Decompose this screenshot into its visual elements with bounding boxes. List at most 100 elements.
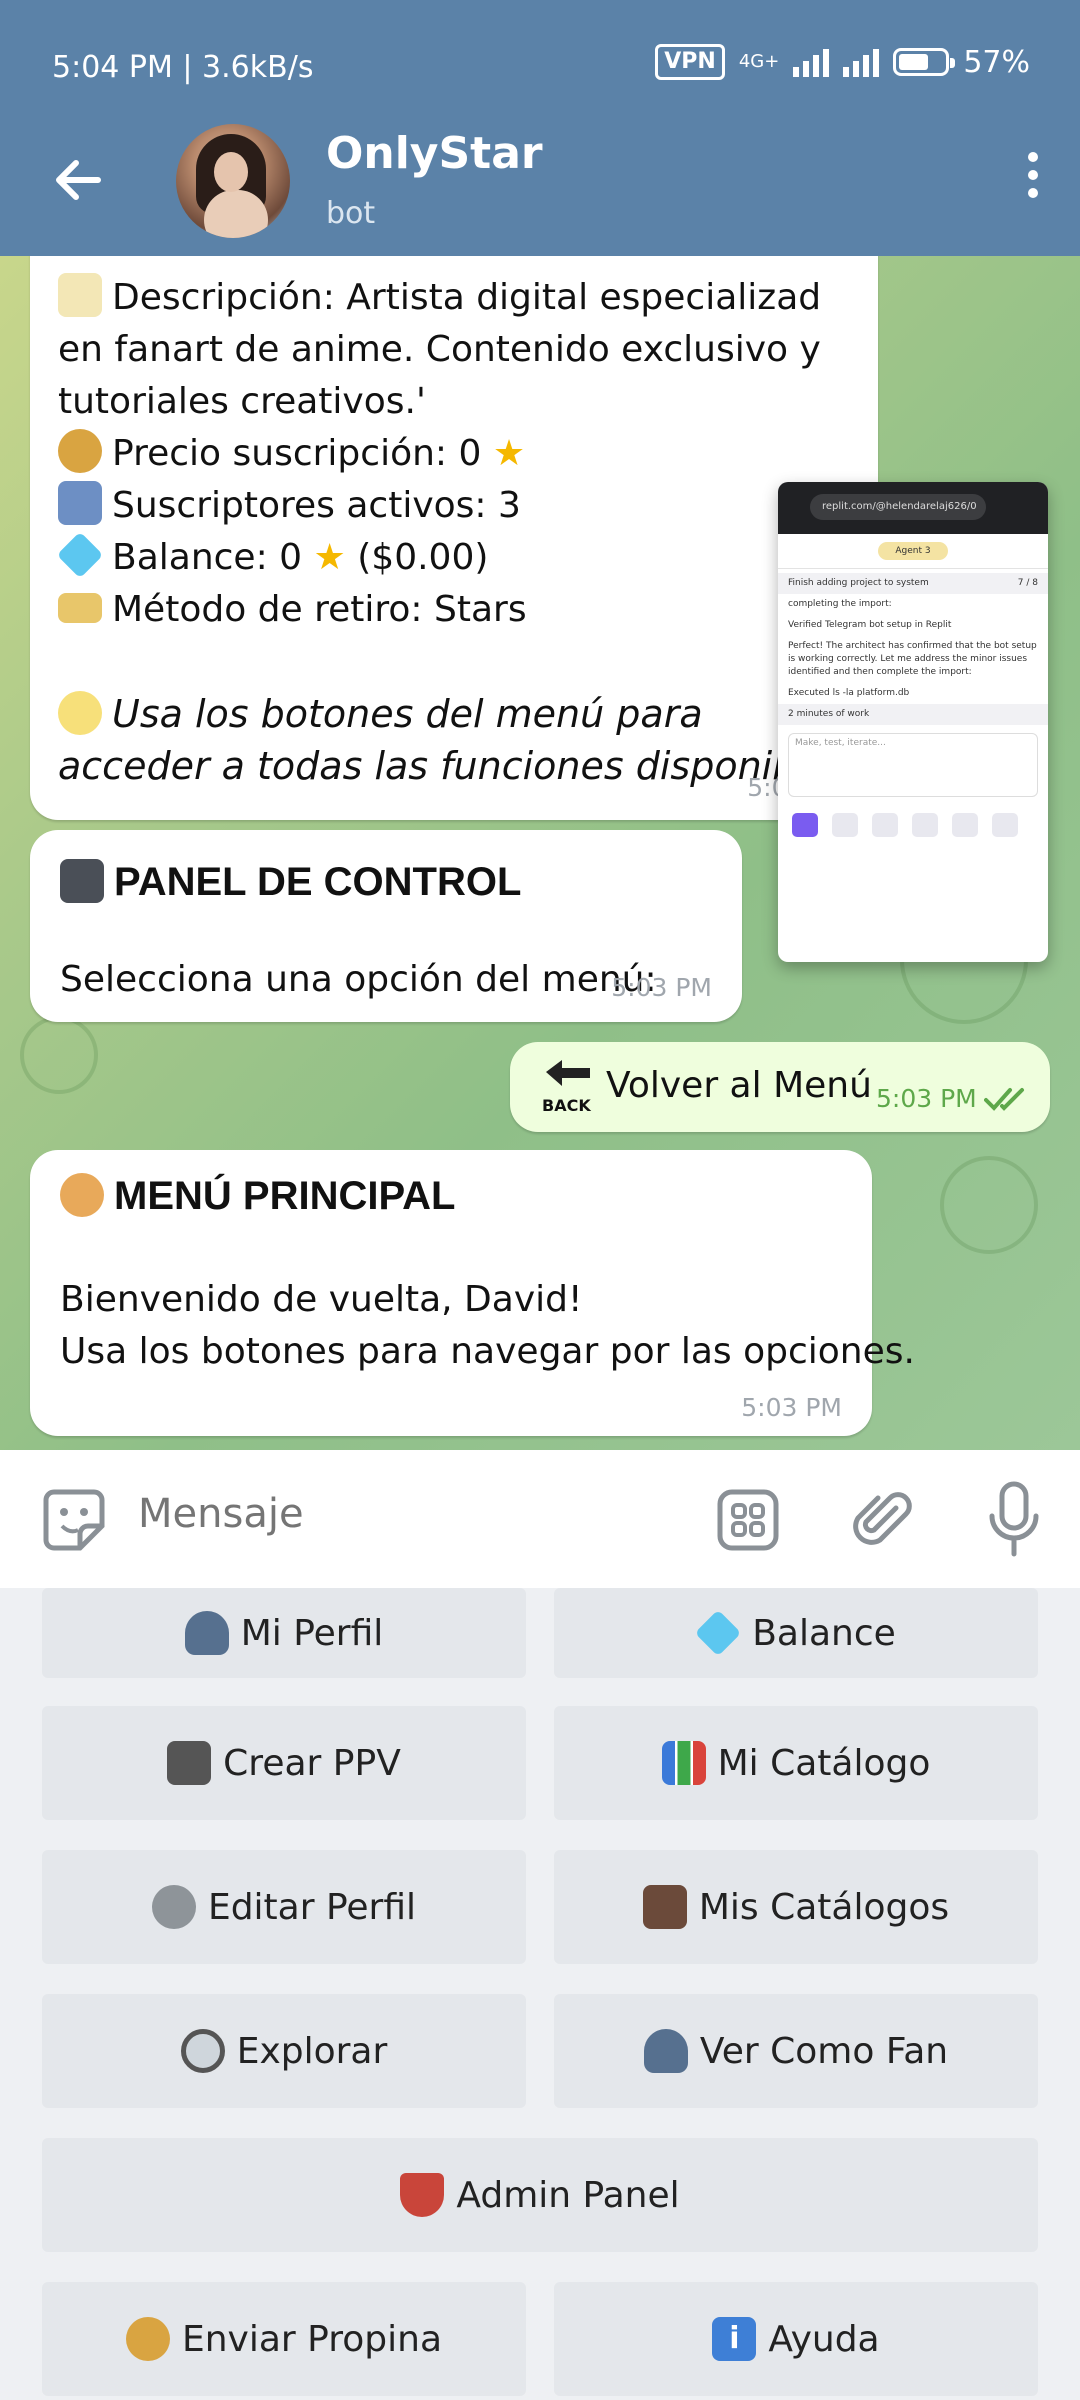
chat-subtitle: bot bbox=[326, 196, 376, 231]
button-label: Mi Perfil bbox=[240, 1612, 384, 1654]
message-outgoing[interactable]: BACK Volver al Menú 5:03 PM bbox=[510, 1042, 1050, 1132]
profile-description-1: Descripción: Artista digital especializa… bbox=[112, 277, 822, 318]
memo-icon bbox=[58, 273, 102, 317]
star-icon: ★ bbox=[492, 433, 526, 474]
chat-header: 5:04 PM | 3.6kB/s VPN 4G+ 57% OnlyStar b… bbox=[0, 0, 1080, 256]
layout-icon[interactable] bbox=[992, 813, 1018, 837]
button-label: Crear PPV bbox=[223, 1742, 401, 1784]
balance-button[interactable]: Balance bbox=[554, 1588, 1038, 1678]
status-icons: VPN 4G+ 57% bbox=[655, 44, 1030, 80]
message-input[interactable] bbox=[136, 1490, 660, 1538]
lightbulb-icon bbox=[58, 691, 102, 735]
verified-row[interactable]: Verified Telegram bot setup in Replit bbox=[778, 615, 1048, 636]
agent-badge: Agent 3 bbox=[878, 542, 948, 560]
people-icon bbox=[643, 2029, 688, 2073]
vpn-icon: VPN bbox=[655, 44, 725, 80]
message-time: 5:03 PM bbox=[741, 1393, 842, 1422]
browser-bar: replit.com/@helendarelaj626/0 bbox=[778, 482, 1048, 534]
executed-row[interactable]: Executed ls -la platform.db bbox=[778, 683, 1048, 704]
apps-icon[interactable] bbox=[872, 813, 898, 837]
people-icon bbox=[58, 481, 102, 525]
money-bag-icon bbox=[125, 2317, 170, 2361]
ver-como-fan-button[interactable]: Ver Como Fan bbox=[554, 1994, 1038, 2108]
stop-button[interactable] bbox=[792, 813, 818, 837]
withdraw-method: Método de retiro: Stars bbox=[112, 589, 527, 630]
balance-value: Balance: 0 bbox=[112, 537, 303, 578]
button-label: Editar Perfil bbox=[207, 1886, 417, 1928]
button-label: Enviar Propina bbox=[181, 2318, 442, 2360]
message-input-bar bbox=[0, 1450, 1080, 1588]
chat-area[interactable]: Descripción: Artista digital especializa… bbox=[0, 256, 1080, 1450]
button-label: Ver Como Fan bbox=[699, 2030, 949, 2072]
back-arrow-emoji-icon: BACK bbox=[542, 1056, 594, 1116]
preview-icon[interactable] bbox=[832, 813, 858, 837]
mis-catalogos-button[interactable]: Mis Catálogos bbox=[554, 1850, 1038, 1964]
message-control-panel[interactable]: PANEL DE CONTROL Selecciona una opción d… bbox=[30, 830, 742, 1022]
attach-icon[interactable] bbox=[850, 1486, 916, 1552]
message-time: 5:03 PM bbox=[611, 973, 712, 1002]
status-bar: 5:04 PM | 3.6kB/s VPN 4G+ 57% bbox=[0, 0, 1080, 130]
palette-icon bbox=[60, 1173, 104, 1217]
editar-perfil-button[interactable]: Editar Perfil bbox=[42, 1850, 526, 1964]
subscription-price: Precio suscripción: 0 bbox=[112, 433, 482, 474]
signal-icon bbox=[793, 47, 830, 77]
gem-icon bbox=[694, 1609, 742, 1657]
overlay-toolbar bbox=[778, 805, 1048, 845]
shield-icon bbox=[400, 2173, 445, 2217]
control-panel-title: PANEL DE CONTROL bbox=[114, 860, 522, 904]
ayuda-button[interactable]: i Ayuda bbox=[554, 2282, 1038, 2396]
brain-icon[interactable] bbox=[912, 813, 938, 837]
battery-percent: 57% bbox=[963, 44, 1030, 80]
chat-title[interactable]: OnlyStar bbox=[326, 128, 543, 179]
gear-icon bbox=[151, 1885, 196, 1929]
work-time[interactable]: 2 minutes of work bbox=[778, 704, 1048, 725]
welcome-line: Bienvenido de vuelta, David! bbox=[60, 1279, 583, 1320]
signal-icon-2 bbox=[843, 47, 880, 77]
mi-catalogo-button[interactable]: Mi Catálogo bbox=[554, 1706, 1038, 1820]
partial-text: completing the import: bbox=[788, 599, 892, 609]
agent-input[interactable]: Make, test, iterate... bbox=[788, 733, 1038, 797]
button-label: Mis Catálogos bbox=[698, 1886, 950, 1928]
message-time: 5:03 PM bbox=[876, 1084, 977, 1113]
button-label: Admin Panel bbox=[456, 2174, 680, 2216]
browser-url[interactable]: replit.com/@helendarelaj626/0 bbox=[810, 494, 986, 520]
control-knobs-icon bbox=[60, 859, 104, 903]
more-vert-icon[interactable] bbox=[1018, 152, 1048, 208]
message-profile[interactable]: Descripción: Artista digital especializa… bbox=[30, 256, 878, 820]
terminal-icon[interactable] bbox=[952, 813, 978, 837]
tip-line-2: acceder a todas las funciones disponible… bbox=[58, 744, 863, 788]
double-check-icon bbox=[984, 1088, 1024, 1111]
mi-perfil-button[interactable]: Mi Perfil bbox=[42, 1588, 526, 1678]
network-type: 4G+ bbox=[738, 51, 780, 72]
button-label: Balance bbox=[752, 1612, 896, 1654]
television-icon bbox=[642, 1885, 687, 1929]
sticker-icon[interactable] bbox=[40, 1486, 108, 1554]
button-label: Ayuda bbox=[768, 2318, 880, 2360]
profile-description-3: tutoriales creativos.' bbox=[58, 381, 426, 422]
tip-line-1: Usa los botones del menú para bbox=[112, 692, 703, 736]
back-arrow-icon[interactable] bbox=[48, 150, 108, 210]
info-icon: i bbox=[712, 2317, 757, 2361]
control-panel-body: Selecciona una opción del menú: bbox=[60, 959, 657, 1000]
credit-card-icon bbox=[58, 593, 102, 623]
enviar-propina-button[interactable]: Enviar Propina bbox=[42, 2282, 526, 2396]
button-label: Explorar bbox=[236, 2030, 388, 2072]
microphone-icon[interactable] bbox=[984, 1480, 1044, 1560]
bar-chart-icon bbox=[661, 1741, 706, 1785]
bot-keyboard-icon[interactable] bbox=[716, 1488, 780, 1552]
camera-flash-icon bbox=[167, 1741, 212, 1785]
avatar[interactable] bbox=[176, 124, 290, 238]
admin-panel-button[interactable]: Admin Panel bbox=[42, 2138, 1038, 2252]
main-menu-title: MENÚ PRINCIPAL bbox=[114, 1174, 456, 1218]
button-label: Mi Catálogo bbox=[717, 1742, 931, 1784]
floating-window[interactable]: replit.com/@helendarelaj626/0 Agent 3 Fi… bbox=[778, 482, 1048, 962]
profile-description-2: en fanart de anime. Contenido exclusivo … bbox=[58, 329, 821, 370]
active-subscribers: Suscriptores activos: 3 bbox=[112, 485, 521, 526]
star-icon: ★ bbox=[313, 537, 346, 578]
task-title[interactable]: Finish adding project to system bbox=[788, 577, 929, 590]
crear-ppv-button[interactable]: Crear PPV bbox=[42, 1706, 526, 1820]
balance-usd: ($0.00) bbox=[357, 537, 489, 578]
message-main-menu[interactable]: MENÚ PRINCIPAL Bienvenido de vuelta, Dav… bbox=[30, 1150, 915, 1436]
instructions-line: Usa los botones para navegar por las opc… bbox=[60, 1331, 915, 1372]
explorar-button[interactable]: Explorar bbox=[42, 1994, 526, 2108]
